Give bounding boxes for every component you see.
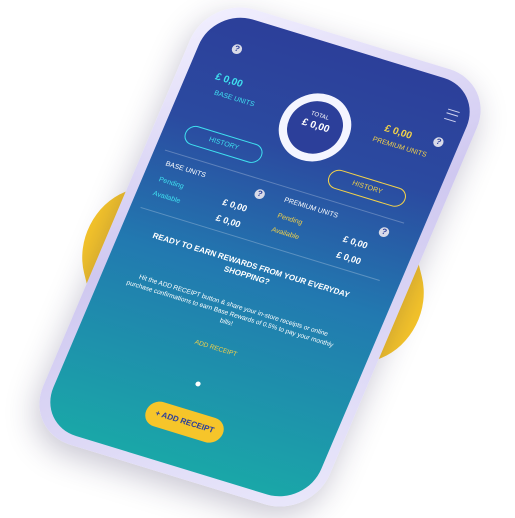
premium-units-label: PREMIUM UNITS xyxy=(371,136,428,159)
premium-units-amount: £ 0,00 xyxy=(382,123,414,142)
base-units-amount: £ 0,00 xyxy=(213,71,245,90)
app-screen: ? ? £ 0,00 BASE UNITS TOTAL £ 0,00 £ 0,0… xyxy=(37,7,483,507)
add-receipt-button[interactable]: + ADD RECEIPT xyxy=(141,398,228,446)
base-units-label: BASE UNITS xyxy=(212,89,256,109)
add-receipt-link[interactable]: ADD RECEIPT xyxy=(176,334,255,364)
premium-units-card: PREMIUM UNITS ? Pending £ 0,00 Available… xyxy=(270,197,395,267)
help-icon[interactable]: ? xyxy=(431,136,446,149)
total-ring: TOTAL £ 0,00 xyxy=(267,84,363,171)
menu-icon[interactable] xyxy=(444,108,460,123)
base-units-card: BASE UNITS ? Pending £ 0,00 Available £ … xyxy=(152,161,273,229)
help-icon[interactable]: ? xyxy=(230,43,244,56)
page-indicator-dot xyxy=(194,380,202,387)
